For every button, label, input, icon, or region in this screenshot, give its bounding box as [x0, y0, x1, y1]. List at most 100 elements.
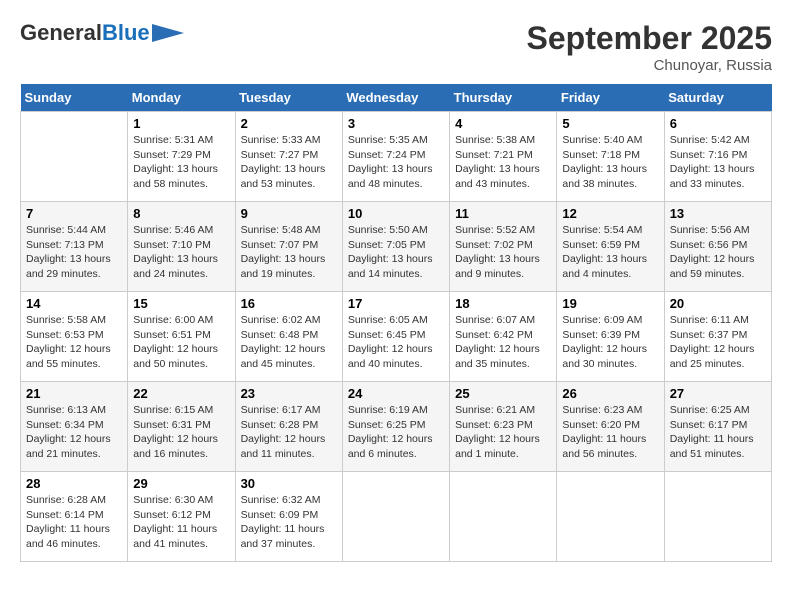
day-info: Sunrise: 6:30 AMSunset: 6:12 PMDaylight:…	[133, 493, 229, 552]
day-number: 30	[241, 476, 337, 491]
day-info: Sunrise: 5:46 AMSunset: 7:10 PMDaylight:…	[133, 223, 229, 282]
day-number: 19	[562, 296, 658, 311]
calendar-cell: 28Sunrise: 6:28 AMSunset: 6:14 PMDayligh…	[21, 472, 128, 562]
day-info: Sunrise: 6:02 AMSunset: 6:48 PMDaylight:…	[241, 313, 337, 372]
day-number: 6	[670, 116, 766, 131]
day-info: Sunrise: 5:56 AMSunset: 6:56 PMDaylight:…	[670, 223, 766, 282]
calendar-cell: 6 Sunrise: 5:42 AMSunset: 7:16 PMDaylight…	[664, 112, 771, 202]
calendar-cell: 2 Sunrise: 5:33 AMSunset: 7:27 PMDaylight…	[235, 112, 342, 202]
day-number: 21	[26, 386, 122, 401]
calendar-cell	[557, 472, 664, 562]
day-of-week-header: Saturday	[664, 84, 771, 112]
calendar-cell	[21, 112, 128, 202]
day-info: Sunrise: 6:17 AMSunset: 6:28 PMDaylight:…	[241, 403, 337, 462]
calendar-cell: 23 Sunrise: 6:17 AMSunset: 6:28 PMDayligh…	[235, 382, 342, 472]
calendar-cell: 29 Sunrise: 6:30 AMSunset: 6:12 PMDayligh…	[128, 472, 235, 562]
calendar-cell: 3Sunrise: 5:35 AMSunset: 7:24 PMDaylight…	[342, 112, 449, 202]
day-of-week-header: Tuesday	[235, 84, 342, 112]
month-title: September 2025	[527, 20, 772, 57]
day-info: Sunrise: 6:05 AMSunset: 6:45 PMDaylight:…	[348, 313, 444, 372]
day-number: 8	[133, 206, 229, 221]
day-info: Sunrise: 5:40 AMSunset: 7:18 PMDaylight:…	[562, 133, 658, 192]
day-info: Sunrise: 5:54 AMSunset: 6:59 PMDaylight:…	[562, 223, 658, 282]
calendar-cell: 8 Sunrise: 5:46 AMSunset: 7:10 PMDaylight…	[128, 202, 235, 292]
calendar-cell: 11 Sunrise: 5:52 AMSunset: 7:02 PMDayligh…	[450, 202, 557, 292]
calendar-cell: 26 Sunrise: 6:23 AMSunset: 6:20 PMDayligh…	[557, 382, 664, 472]
day-number: 17	[348, 296, 444, 311]
calendar-cell: 10Sunrise: 5:50 AMSunset: 7:05 PMDayligh…	[342, 202, 449, 292]
day-info: Sunrise: 5:35 AMSunset: 7:24 PMDaylight:…	[348, 133, 444, 192]
day-info: Sunrise: 6:09 AMSunset: 6:39 PMDaylight:…	[562, 313, 658, 372]
day-info: Sunrise: 6:13 AMSunset: 6:34 PMDaylight:…	[26, 403, 122, 462]
day-number: 27	[670, 386, 766, 401]
calendar-week-row: 28Sunrise: 6:28 AMSunset: 6:14 PMDayligh…	[21, 472, 772, 562]
calendar-cell: 1 Sunrise: 5:31 AMSunset: 7:29 PMDaylight…	[128, 112, 235, 202]
calendar-cell: 24Sunrise: 6:19 AMSunset: 6:25 PMDayligh…	[342, 382, 449, 472]
calendar-week-row: 21 Sunrise: 6:13 AMSunset: 6:34 PMDayligh…	[21, 382, 772, 472]
day-number: 24	[348, 386, 444, 401]
day-info: Sunrise: 5:58 AMSunset: 6:53 PMDaylight:…	[26, 313, 122, 372]
calendar-cell: 18 Sunrise: 6:07 AMSunset: 6:42 PMDayligh…	[450, 292, 557, 382]
day-of-week-header: Sunday	[21, 84, 128, 112]
calendar-cell: 17 Sunrise: 6:05 AMSunset: 6:45 PMDayligh…	[342, 292, 449, 382]
day-number: 5	[562, 116, 658, 131]
day-number: 10	[348, 206, 444, 221]
calendar-cell: 7 Sunrise: 5:44 AMSunset: 7:13 PMDaylight…	[21, 202, 128, 292]
day-number: 25	[455, 386, 551, 401]
logo: GeneralBlue	[20, 20, 184, 46]
day-number: 23	[241, 386, 337, 401]
day-number: 12	[562, 206, 658, 221]
logo-text: GeneralBlue	[20, 20, 150, 46]
day-info: Sunrise: 5:42 AMSunset: 7:16 PMDaylight:…	[670, 133, 766, 192]
logo-arrow-icon	[152, 24, 184, 42]
day-info: Sunrise: 5:38 AMSunset: 7:21 PMDaylight:…	[455, 133, 551, 192]
calendar-cell: 21 Sunrise: 6:13 AMSunset: 6:34 PMDayligh…	[21, 382, 128, 472]
day-info: Sunrise: 6:23 AMSunset: 6:20 PMDaylight:…	[562, 403, 658, 462]
day-info: Sunrise: 5:31 AMSunset: 7:29 PMDaylight:…	[133, 133, 229, 192]
day-number: 13	[670, 206, 766, 221]
calendar-cell: 13 Sunrise: 5:56 AMSunset: 6:56 PMDayligh…	[664, 202, 771, 292]
calendar-cell: 30 Sunrise: 6:32 AMSunset: 6:09 PMDayligh…	[235, 472, 342, 562]
calendar-cell: 5 Sunrise: 5:40 AMSunset: 7:18 PMDaylight…	[557, 112, 664, 202]
day-number: 18	[455, 296, 551, 311]
title-block: September 2025 Chunoyar, Russia	[527, 20, 772, 74]
calendar-cell	[664, 472, 771, 562]
day-number: 9	[241, 206, 337, 221]
location: Chunoyar, Russia	[527, 57, 772, 74]
calendar-cell: 12 Sunrise: 5:54 AMSunset: 6:59 PMDayligh…	[557, 202, 664, 292]
day-number: 2	[241, 116, 337, 131]
day-of-week-header: Wednesday	[342, 84, 449, 112]
day-of-week-header: Friday	[557, 84, 664, 112]
day-info: Sunrise: 5:48 AMSunset: 7:07 PMDaylight:…	[241, 223, 337, 282]
day-number: 20	[670, 296, 766, 311]
day-number: 7	[26, 206, 122, 221]
day-info: Sunrise: 5:44 AMSunset: 7:13 PMDaylight:…	[26, 223, 122, 282]
page-header: GeneralBlue September 2025 Chunoyar, Rus…	[20, 20, 772, 74]
calendar-cell	[342, 472, 449, 562]
day-info: Sunrise: 6:07 AMSunset: 6:42 PMDaylight:…	[455, 313, 551, 372]
day-info: Sunrise: 6:32 AMSunset: 6:09 PMDaylight:…	[241, 493, 337, 552]
day-info: Sunrise: 5:52 AMSunset: 7:02 PMDaylight:…	[455, 223, 551, 282]
calendar-cell: 14Sunrise: 5:58 AMSunset: 6:53 PMDayligh…	[21, 292, 128, 382]
day-info: Sunrise: 6:21 AMSunset: 6:23 PMDaylight:…	[455, 403, 551, 462]
calendar-header-row: SundayMondayTuesdayWednesdayThursdayFrid…	[21, 84, 772, 112]
calendar-cell: 19 Sunrise: 6:09 AMSunset: 6:39 PMDayligh…	[557, 292, 664, 382]
day-number: 29	[133, 476, 229, 491]
calendar-cell: 15 Sunrise: 6:00 AMSunset: 6:51 PMDayligh…	[128, 292, 235, 382]
calendar-cell: 4 Sunrise: 5:38 AMSunset: 7:21 PMDaylight…	[450, 112, 557, 202]
day-number: 16	[241, 296, 337, 311]
day-info: Sunrise: 6:15 AMSunset: 6:31 PMDaylight:…	[133, 403, 229, 462]
calendar-cell: 25 Sunrise: 6:21 AMSunset: 6:23 PMDayligh…	[450, 382, 557, 472]
calendar-cell: 22Sunrise: 6:15 AMSunset: 6:31 PMDayligh…	[128, 382, 235, 472]
calendar-cell: 9 Sunrise: 5:48 AMSunset: 7:07 PMDaylight…	[235, 202, 342, 292]
calendar-table: SundayMondayTuesdayWednesdayThursdayFrid…	[20, 84, 772, 562]
day-number: 4	[455, 116, 551, 131]
day-number: 26	[562, 386, 658, 401]
day-of-week-header: Monday	[128, 84, 235, 112]
day-number: 1	[133, 116, 229, 131]
day-info: Sunrise: 5:33 AMSunset: 7:27 PMDaylight:…	[241, 133, 337, 192]
day-number: 15	[133, 296, 229, 311]
day-info: Sunrise: 6:00 AMSunset: 6:51 PMDaylight:…	[133, 313, 229, 372]
calendar-cell: 16 Sunrise: 6:02 AMSunset: 6:48 PMDayligh…	[235, 292, 342, 382]
day-number: 11	[455, 206, 551, 221]
